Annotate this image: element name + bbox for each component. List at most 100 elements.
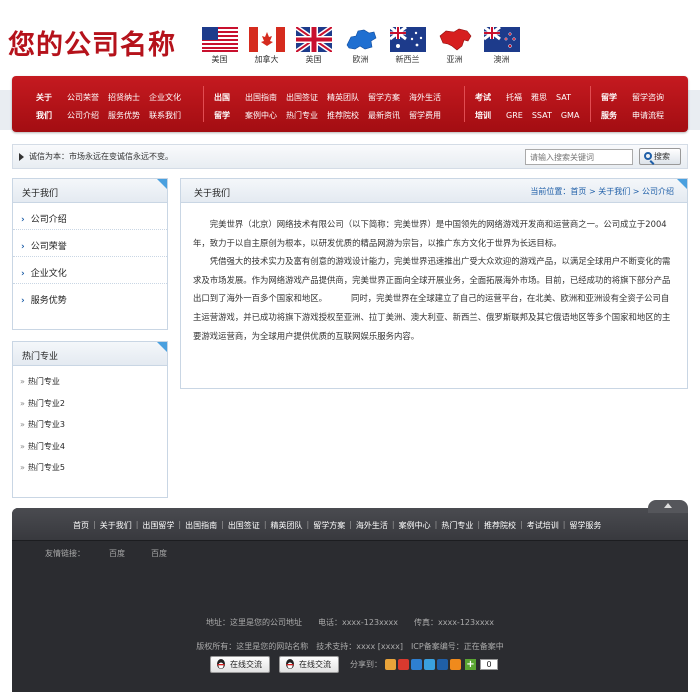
sidebar-title-text: 关于我们 — [22, 189, 59, 199]
sidebar-item-advantage[interactable]: › 服务优势 — [13, 284, 167, 311]
nav-link[interactable]: 公司介绍 — [67, 110, 99, 121]
nav-head: 留学 — [601, 92, 617, 102]
footer-link-separator: | — [391, 520, 395, 529]
newzealand-flag-icon — [483, 27, 520, 52]
friend-link[interactable]: 百度 — [109, 548, 125, 559]
nav-link[interactable]: 出国指南 — [245, 92, 277, 103]
australia-flag-icon — [389, 27, 426, 52]
list-item[interactable]: » 热门专业 — [13, 376, 167, 398]
share-site-icon[interactable] — [411, 659, 422, 670]
breadcrumb-current[interactable]: 公司介绍 — [642, 187, 674, 196]
footer-link[interactable]: 精英团队 — [271, 520, 303, 531]
footer-link[interactable]: 首页 — [73, 520, 89, 531]
list-item[interactable]: » 热门专业5 — [13, 462, 167, 484]
nav-link[interactable]: 雅思 — [531, 92, 547, 103]
footer-link[interactable]: 推荐院校 — [484, 520, 516, 531]
breadcrumb-home[interactable]: 首页 — [570, 187, 586, 196]
region-link-australia[interactable]: 澳洲 — [478, 27, 525, 65]
main-nav: 关于 公司荣誉 招贤纳士 企业文化 我们 公司介绍 服务优势 联系我们 出国 出国指南 出国签证… — [12, 76, 688, 132]
header: 您的公司名称 美国 加拿大 英国 欧洲 新西兰 亚洲 澳洲 — [0, 0, 700, 72]
region-link-canada[interactable]: 加拿大 — [243, 27, 290, 65]
nav-link[interactable]: 推荐院校 — [327, 110, 359, 121]
share-site-icon[interactable] — [385, 659, 396, 670]
footer-link[interactable]: 出国留学 — [142, 520, 174, 531]
nav-link[interactable]: SAT — [556, 93, 571, 102]
region-link-usa[interactable]: 美国 — [196, 27, 243, 65]
footer-links: 首页 | 关于我们 | 出国留学 | 出国指南 | 出国签证 | 精英团队 | 留学方案 | 海外生活 | 案例… — [73, 520, 601, 531]
breadcrumb-parent[interactable]: 关于我们 — [598, 187, 630, 196]
company-logo[interactable]: 您的公司名称 — [8, 23, 176, 62]
nav-link[interactable]: 企业文化 — [149, 92, 181, 103]
footer-link-separator: | — [477, 520, 481, 529]
footer-link[interactable]: 出国签证 — [228, 520, 260, 531]
share-site-icon[interactable] — [398, 659, 409, 670]
footer-link[interactable]: 出国指南 — [185, 520, 217, 531]
share-site-icon[interactable] — [450, 659, 461, 670]
nav-link[interactable]: 留学方案 — [368, 92, 400, 103]
footer-link-separator: | — [263, 520, 267, 529]
nav-head: 我们 — [36, 110, 52, 120]
chevron-right-icon: › — [21, 296, 25, 306]
search-button[interactable]: 搜索 — [639, 148, 681, 165]
region-link-europe[interactable]: 欧洲 — [337, 27, 384, 65]
qq-penguin-icon — [217, 659, 225, 669]
online-chat-button[interactable]: 在线交流 — [279, 656, 339, 673]
list-item[interactable]: » 热门专业3 — [13, 419, 167, 441]
qq-penguin-icon — [286, 659, 294, 669]
share-site-icon[interactable] — [437, 659, 448, 670]
usa-flag-icon — [201, 27, 238, 52]
region-link-asia[interactable]: 亚洲 — [431, 27, 478, 65]
footer-link[interactable]: 考试培训 — [527, 520, 559, 531]
list-item[interactable]: » 热门专业2 — [13, 398, 167, 420]
nav-link[interactable]: 最新资讯 — [368, 110, 400, 121]
nav-link[interactable]: GMA — [561, 111, 580, 120]
footer-link[interactable]: 关于我们 — [100, 520, 132, 531]
double-chevron-icon: » — [20, 398, 25, 408]
nav-link[interactable]: 留学咨询 — [632, 92, 664, 103]
share-site-icon[interactable] — [424, 659, 435, 670]
footer-link-separator: | — [221, 520, 224, 529]
footer-link[interactable]: 海外生活 — [356, 520, 388, 531]
nav-link[interactable]: SSAT — [532, 111, 552, 120]
footer-nav: 首页 | 关于我们 | 出国留学 | 出国指南 | 出国签证 | 精英团队 | 留学方案 | 海外生活 | 案例… — [12, 508, 688, 541]
double-chevron-icon: » — [20, 441, 25, 451]
list-item[interactable]: » 热门专业4 — [13, 441, 167, 463]
sidebar-about-title: 关于我们 — [13, 179, 167, 203]
footer-link[interactable]: 案例中心 — [399, 520, 431, 531]
nav-link[interactable]: GRE — [506, 111, 523, 120]
region-link-uk[interactable]: 英国 — [290, 27, 337, 65]
share-count: 0 — [480, 659, 498, 670]
share-more-icon[interactable]: + — [465, 659, 476, 670]
region-flags: 美国 加拿大 英国 欧洲 新西兰 亚洲 澳洲 — [196, 27, 525, 65]
sidebar-item-label: 公司介绍 — [30, 215, 67, 225]
sidebar-item-honor[interactable]: › 公司荣誉 — [13, 230, 167, 257]
nav-link[interactable]: 公司荣誉 — [67, 92, 99, 103]
friend-link[interactable]: 百度 — [151, 548, 167, 559]
footer-link[interactable]: 留学方案 — [313, 520, 345, 531]
nav-link[interactable]: 热门专业 — [286, 110, 318, 121]
nav-link[interactable]: 服务优势 — [108, 110, 140, 121]
nav-link[interactable]: 出国签证 — [286, 92, 318, 103]
back-to-top-button[interactable] — [648, 500, 688, 513]
nav-link[interactable]: 海外生活 — [409, 92, 441, 103]
nav-link[interactable]: 联系我们 — [149, 110, 181, 121]
chevron-right-icon: › — [21, 242, 25, 252]
nav-link[interactable]: 招贤纳士 — [108, 92, 140, 103]
nav-link[interactable]: 案例中心 — [245, 110, 277, 121]
region-link-newzealand[interactable]: 新西兰 — [384, 27, 431, 65]
sidebar-item-culture[interactable]: › 企业文化 — [13, 257, 167, 284]
nav-group-service: 留学 留学咨询 服务 申请流程 — [601, 88, 664, 124]
nav-divider — [590, 86, 591, 122]
search-input[interactable] — [525, 149, 633, 165]
footer-link[interactable]: 留学服务 — [569, 520, 601, 531]
sidebar-item-intro[interactable]: › 公司介绍 — [13, 203, 167, 230]
online-chat-button[interactable]: 在线交流 — [210, 656, 270, 673]
notice-text: 诚信为本：市场永远在变诚信永远不变。 — [29, 152, 173, 161]
nav-link[interactable]: 申请流程 — [632, 110, 664, 121]
region-label: 美国 — [211, 55, 228, 64]
nav-link[interactable]: 精英团队 — [327, 92, 359, 103]
nav-link[interactable]: 留学费用 — [409, 110, 441, 121]
footer-link[interactable]: 热门专业 — [441, 520, 473, 531]
main-content: 关于我们 当前位置：首页 > 关于我们 > 公司介绍 完美世界（北京）网络技术有… — [180, 178, 688, 389]
nav-link[interactable]: 托福 — [506, 92, 522, 103]
